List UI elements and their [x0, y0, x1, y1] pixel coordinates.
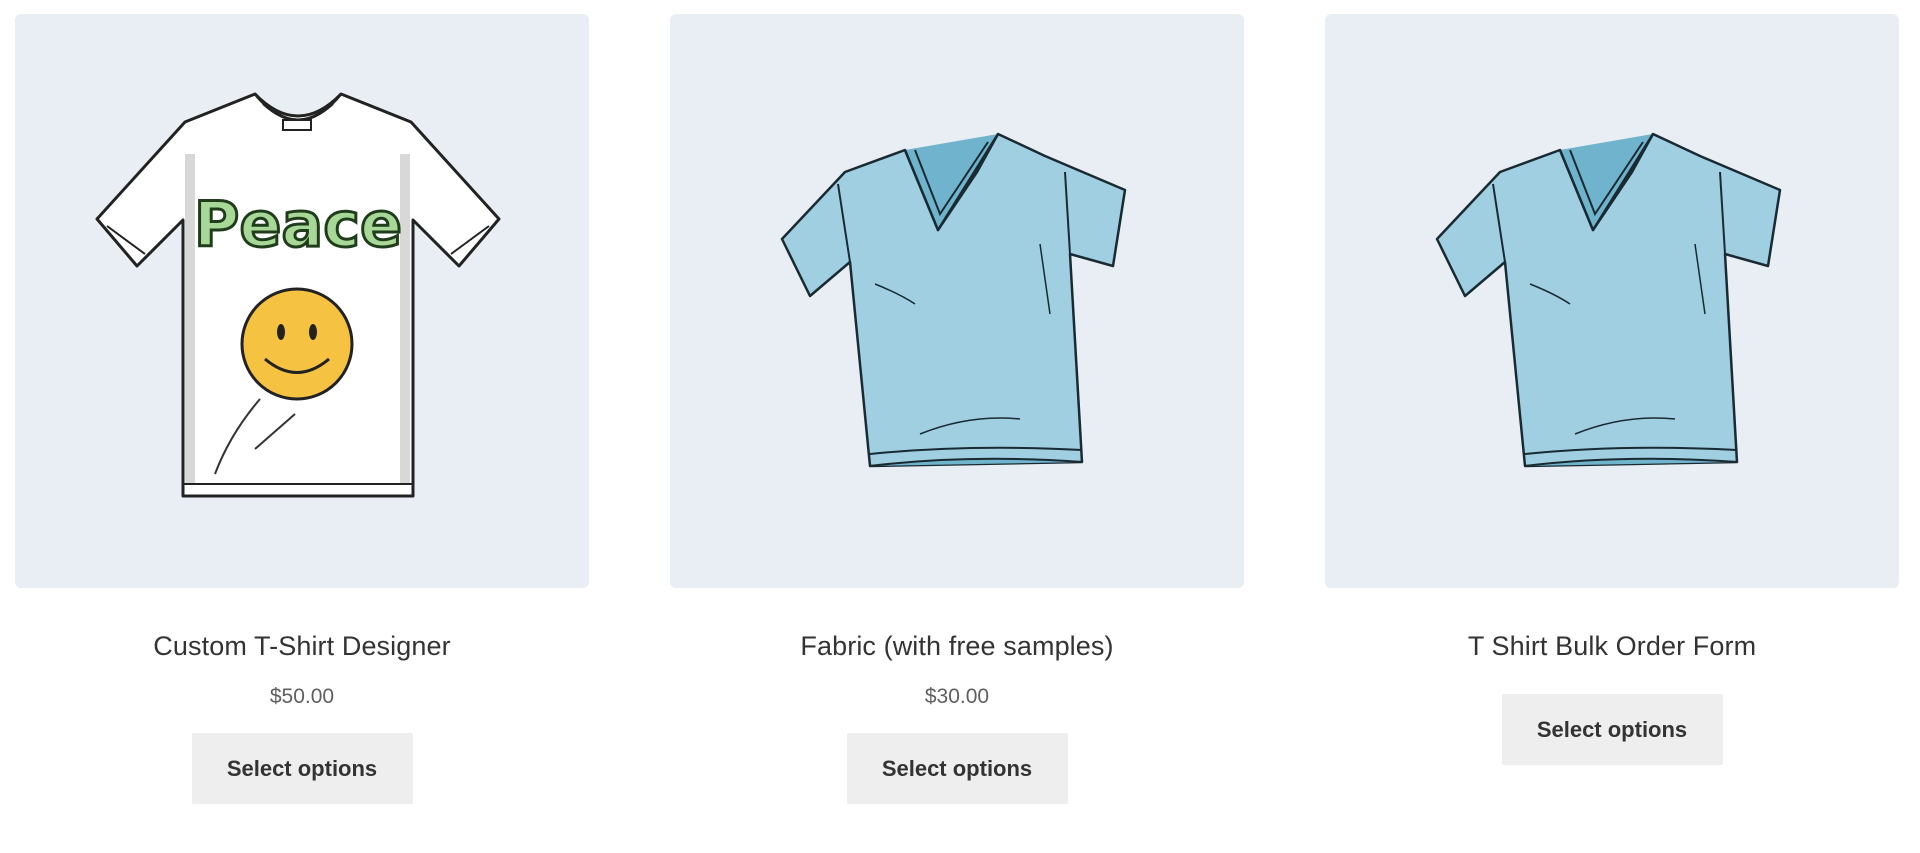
product-card: Peace Custom T-Shirt Designer $50.00 Sel… [15, 14, 589, 804]
product-title[interactable]: Custom T-Shirt Designer [15, 628, 589, 664]
product-image-link[interactable]: Peace [15, 14, 589, 588]
product-grid: Peace Custom T-Shirt Designer $50.00 Sel… [0, 0, 1920, 853]
product-card: Fabric (with free samples) $30.00 Select… [670, 14, 1244, 804]
product-card: T Shirt Bulk Order Form Select options [1325, 14, 1899, 765]
product-price: $30.00 [924, 685, 990, 708]
select-options-button[interactable]: Select options [1501, 694, 1723, 765]
smiley-icon [240, 287, 354, 401]
product-price: $50.00 [269, 685, 335, 708]
product-image-link[interactable] [670, 14, 1244, 588]
product-title[interactable]: T Shirt Bulk Order Form [1325, 628, 1899, 664]
select-options-button[interactable]: Select options [846, 733, 1068, 804]
white-peace-tshirt-image: Peace [95, 92, 501, 498]
blue-vneck-tshirt-image [1435, 132, 1782, 468]
product-image-link[interactable] [1325, 14, 1899, 588]
blue-vneck-tshirt-image [780, 132, 1127, 468]
select-options-button[interactable]: Select options [191, 733, 413, 804]
product-title[interactable]: Fabric (with free samples) [670, 628, 1244, 664]
peace-text: Peace [194, 188, 402, 261]
